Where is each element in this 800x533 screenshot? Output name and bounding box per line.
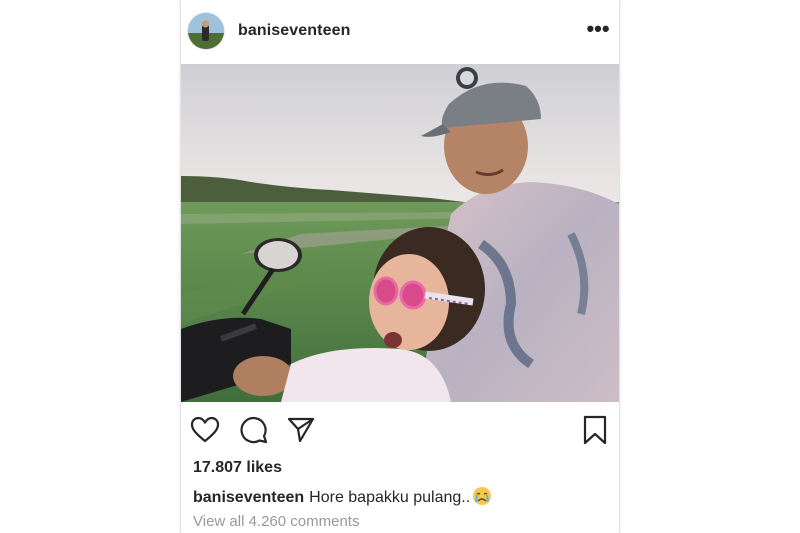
avatar[interactable] <box>188 13 224 49</box>
caption-text: Hore bapakku pulang.. <box>309 489 471 506</box>
bookmark-icon[interactable] <box>579 414 611 446</box>
post-caption: baniseventeen Hore bapakku pulang.. <box>193 486 613 511</box>
view-all-comments-link[interactable]: View all 4.260 comments <box>193 513 359 530</box>
likes-count[interactable]: 17.807 likes <box>193 459 282 477</box>
post-username[interactable]: baniseventeen <box>238 22 350 40</box>
comment-icon[interactable] <box>238 414 270 446</box>
post-actions <box>181 406 619 456</box>
crying-face-icon <box>472 486 492 511</box>
heart-icon[interactable] <box>189 414 221 446</box>
post-header: baniseventeen ••• <box>181 0 619 64</box>
post-photo[interactable] <box>181 64 619 402</box>
more-options-icon[interactable]: ••• <box>585 18 611 44</box>
instagram-post: baniseventeen ••• 17.807 likes baniseven… <box>180 0 620 533</box>
send-icon[interactable] <box>285 414 317 446</box>
caption-username[interactable]: baniseventeen <box>193 489 304 506</box>
